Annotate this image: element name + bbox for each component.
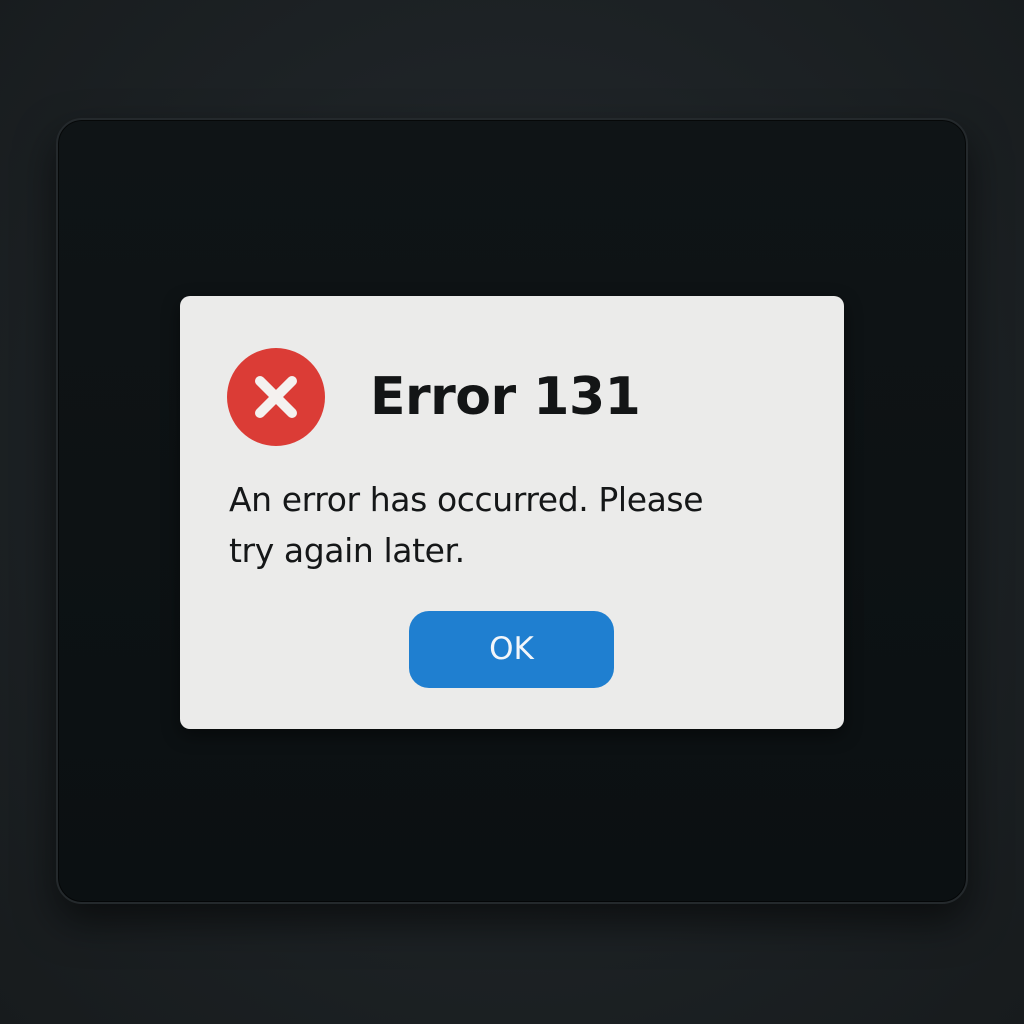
- x-mark-icon: [255, 376, 297, 418]
- ok-button[interactable]: OK: [409, 611, 614, 688]
- dialog-message: An error has occurred. Please try again …: [229, 480, 704, 570]
- error-x-icon: [227, 348, 325, 446]
- error-dialog: Error 131 An error has occurred. Please …: [180, 296, 844, 729]
- desktop-background: { "dialog": { "icon": "error-x-icon", "t…: [0, 0, 1024, 1024]
- dialog-title: Error 131: [370, 367, 641, 427]
